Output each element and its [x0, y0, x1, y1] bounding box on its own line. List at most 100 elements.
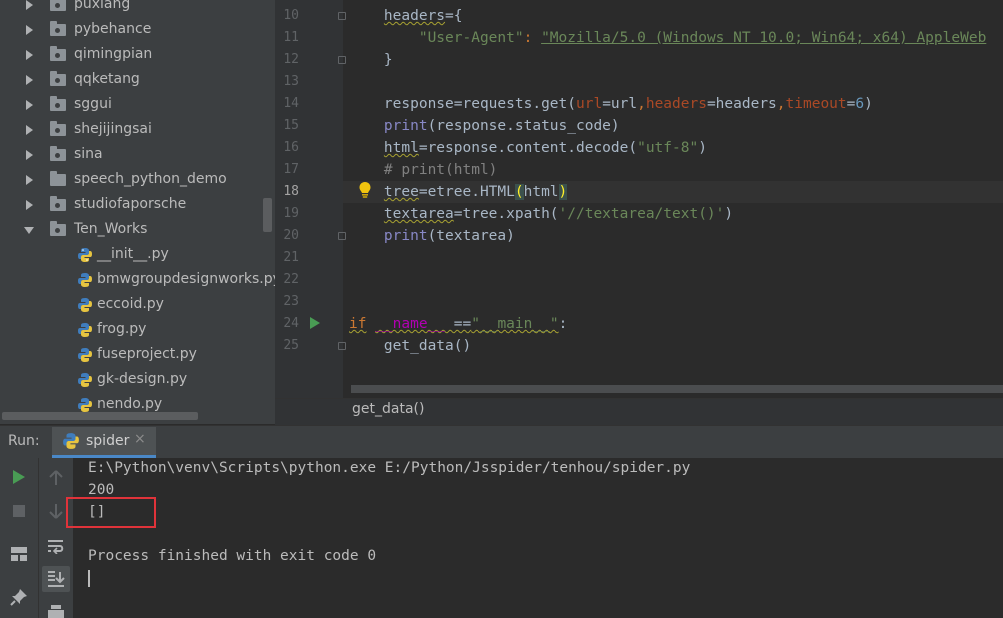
soft-wrap-icon[interactable]: [47, 538, 65, 554]
expand-arrow-icon[interactable]: [26, 175, 33, 185]
rerun-icon[interactable]: [12, 469, 26, 485]
tree-file-label: gk-design.py: [97, 371, 188, 387]
tree-folder-ten-works[interactable]: Ten_Works: [0, 218, 275, 243]
code-token: print: [383, 228, 428, 244]
run-toolbar-primary: [0, 458, 39, 618]
expand-arrow-icon[interactable]: [26, 0, 33, 10]
tree-file[interactable]: eccoid.py: [0, 293, 275, 318]
tree-folder-pybehance[interactable]: pybehance: [0, 18, 275, 43]
run-console[interactable]: [74, 458, 1003, 618]
tree-folder-studiofaporsche[interactable]: studiofaporsche: [0, 193, 275, 218]
code-token: html: [383, 140, 419, 156]
arrow-up-icon[interactable]: [49, 470, 63, 486]
code-token: :: [558, 316, 568, 332]
python-file-icon: [78, 348, 92, 362]
line-number: 21: [283, 250, 299, 265]
breadcrumb[interactable]: get_data(): [352, 401, 424, 417]
code-token: __name__: [375, 316, 446, 332]
code-token: (: [514, 184, 524, 200]
tree-folder-qqketang[interactable]: qqketang: [0, 68, 275, 93]
line-number: 20: [283, 228, 299, 243]
line-number: 19: [283, 206, 299, 221]
tree-file[interactable]: frog.py: [0, 318, 275, 343]
fold-marker-icon[interactable]: [338, 12, 346, 20]
tree-horizontal-scrollbar[interactable]: [2, 412, 198, 420]
tree-folder-label: qimingpian: [74, 46, 153, 62]
tree-folder-sggui[interactable]: sggui: [0, 93, 275, 118]
code-token: ==: [445, 316, 472, 332]
expand-arrow-icon[interactable]: [26, 75, 33, 85]
pin-icon[interactable]: [10, 588, 28, 606]
code-token: '//textarea/text()': [558, 206, 725, 222]
tree-file-label: __init__.py: [97, 246, 169, 262]
code-token: ): [864, 96, 873, 112]
package-folder-icon: [50, 96, 66, 111]
code-line-17: # print(html): [349, 159, 498, 181]
code-token: ): [698, 140, 707, 156]
fold-marker-icon[interactable]: [338, 342, 346, 350]
line-number: 16: [283, 140, 299, 155]
code-token: textarea: [383, 206, 454, 222]
tree-file[interactable]: bmwgroupdesignworks.py: [0, 268, 275, 293]
tree-folder-label: sina: [74, 146, 103, 162]
code-line-20: print(textarea): [349, 225, 515, 247]
package-folder-icon: [50, 146, 66, 161]
run-toolbar-secondary: [39, 458, 73, 618]
fold-marker-icon[interactable]: [338, 56, 346, 64]
tree-folder-shejijingsai[interactable]: shejijingsai: [0, 118, 275, 143]
code-line-24: if __name__ =="__main__":: [349, 313, 567, 335]
code-token: =response.content.decode(: [418, 140, 638, 156]
arrow-down-icon[interactable]: [49, 503, 63, 519]
tree-file-label: eccoid.py: [97, 296, 164, 312]
code-line-11: "User-Agent": "Mozilla/5.0 (Windows NT 1…: [349, 27, 986, 49]
line-number: 13: [283, 74, 299, 89]
line-number: 24: [283, 316, 299, 331]
expand-arrow-icon[interactable]: [26, 100, 33, 110]
line-number: 14: [283, 96, 299, 111]
tree-folder-label: puxiang: [74, 0, 131, 12]
code-token: 6: [855, 96, 865, 112]
run-gutter-icon[interactable]: [310, 317, 320, 329]
tree-file[interactable]: gk-design.py: [0, 368, 275, 393]
fold-marker-icon[interactable]: [338, 232, 346, 240]
tree-folder-sina[interactable]: sina: [0, 143, 275, 168]
python-file-icon: [78, 373, 92, 387]
tree-vertical-scrollbar[interactable]: [263, 198, 272, 232]
layout-icon[interactable]: [10, 546, 28, 562]
console-line-exit: Process finished with exit code 0: [88, 548, 377, 564]
project-tree-panel: puxiang pybehance qimingpian qqketang sg…: [0, 0, 275, 424]
scroll-to-end-icon[interactable]: [47, 570, 65, 588]
expand-arrow-icon[interactable]: [26, 50, 33, 60]
expand-arrow-icon[interactable]: [26, 200, 33, 210]
package-folder-icon: [50, 221, 66, 236]
tree-file[interactable]: __init__.py: [0, 243, 275, 268]
tree-folder-label: speech_python_demo: [74, 171, 227, 187]
python-file-icon: [78, 398, 92, 412]
tree-folder-speech-python-demo[interactable]: speech_python_demo: [0, 168, 275, 193]
expand-arrow-icon[interactable]: [26, 150, 33, 160]
collapse-arrow-icon[interactable]: [24, 227, 34, 234]
tree-folder-qimingpian[interactable]: qimingpian: [0, 43, 275, 68]
code-token: =tree.xpath(: [453, 206, 559, 222]
code-line-14: response=requests.get(url=url,headers=he…: [383, 96, 873, 112]
annotation-highlight-box: [66, 497, 156, 528]
close-icon[interactable]: ×: [134, 431, 146, 447]
code-token: (response.status_code): [427, 118, 620, 134]
tree-folder-label: studiofaporsche: [74, 196, 187, 212]
editor-horizontal-scrollbar[interactable]: [351, 385, 1003, 393]
print-icon[interactable]: [47, 604, 65, 618]
code-line-19: textarea=tree.xpath('//textarea/text()'): [349, 203, 733, 225]
code-token: headers: [645, 96, 707, 112]
tree-folder-puxiang[interactable]: puxiang: [0, 0, 275, 18]
tree-file[interactable]: fuseproject.py: [0, 343, 275, 368]
code-token: print: [383, 118, 428, 134]
code-token: }: [383, 52, 393, 68]
expand-arrow-icon[interactable]: [26, 25, 33, 35]
tree-folder-label: sggui: [74, 96, 112, 112]
package-folder-icon: [50, 21, 66, 36]
code-line-16: html=response.content.decode("utf-8"): [349, 137, 707, 159]
expand-arrow-icon[interactable]: [26, 125, 33, 135]
stop-icon[interactable]: [12, 504, 26, 518]
line-number: 23: [283, 294, 299, 309]
tree-folder-label: shejijingsai: [74, 121, 152, 137]
